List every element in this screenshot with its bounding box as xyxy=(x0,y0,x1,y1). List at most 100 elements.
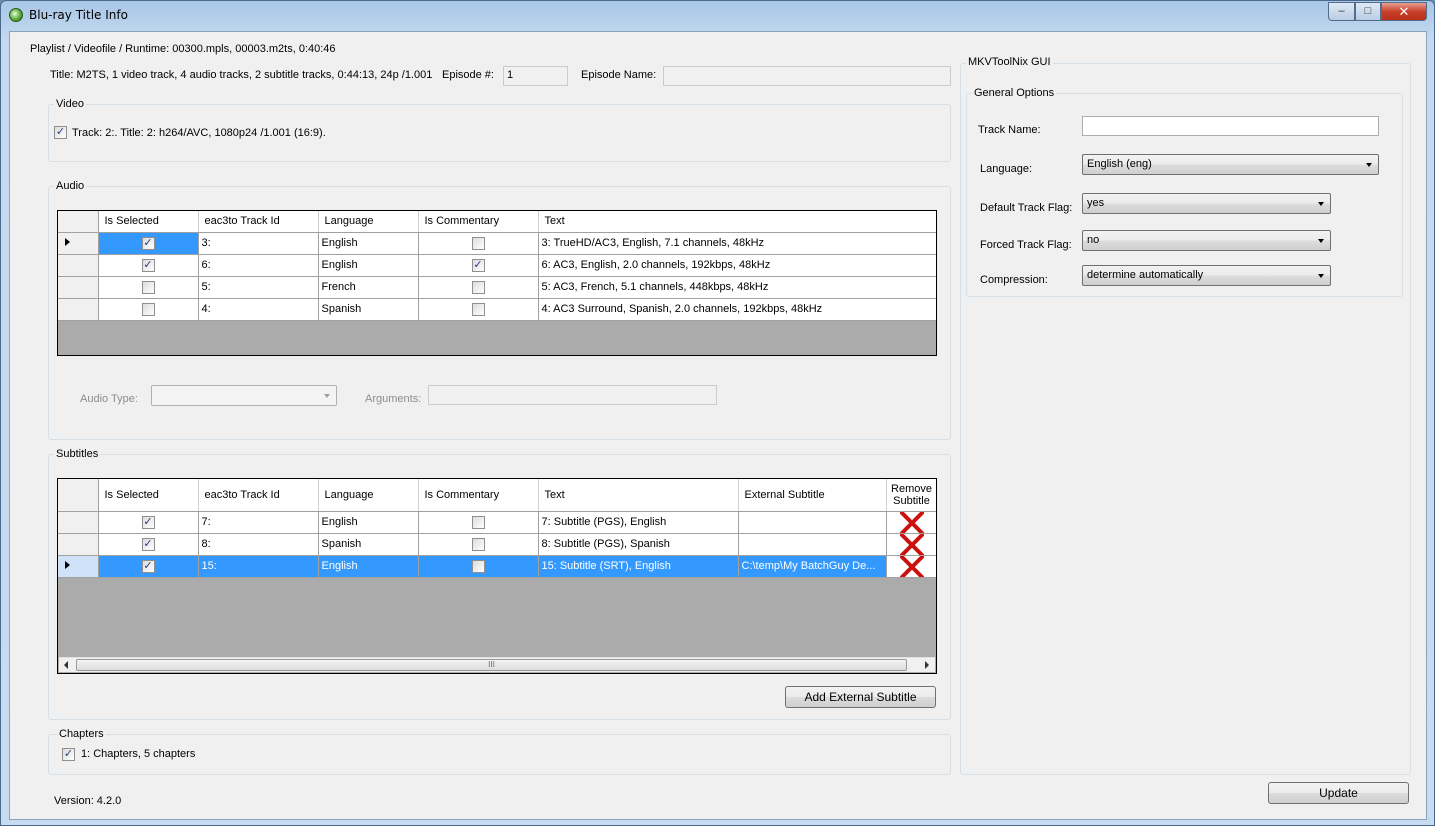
remove-subtitle-cell[interactable] xyxy=(886,533,936,556)
compression-dropdown[interactable]: determine automatically xyxy=(1082,265,1331,286)
audio-commentary-checkbox[interactable] xyxy=(471,258,485,272)
title-bar[interactable]: Blu-ray Title Info – □ ✕ xyxy=(1,1,1434,29)
subtitle-selected-checkbox[interactable] xyxy=(141,559,155,573)
audio-track-id-cell[interactable]: 3: xyxy=(198,232,319,255)
subtitle-commentary-checkbox-cell[interactable] xyxy=(418,555,539,578)
subtitle-track-id-cell[interactable]: 8: xyxy=(198,533,319,556)
audio-selected-checkbox[interactable] xyxy=(141,258,155,272)
audio-track-id-cell[interactable]: 6: xyxy=(198,254,319,277)
subtitle-row[interactable]: 7:English 7: Subtitle (PGS), English xyxy=(58,511,936,534)
subtitle-external-cell[interactable] xyxy=(738,511,887,534)
row-header[interactable] xyxy=(58,276,99,299)
subtitle-text-cell[interactable]: 15: Subtitle (SRT), English xyxy=(538,555,739,578)
audio-selected-checkbox-cell[interactable] xyxy=(98,298,199,321)
subtitle-row[interactable]: 15:English 15: Subtitle (SRT), EnglishC:\… xyxy=(58,555,936,578)
update-button[interactable]: Update xyxy=(1268,782,1409,804)
row-header[interactable] xyxy=(58,511,99,534)
scroll-thumb[interactable]: III xyxy=(76,659,907,671)
audio-commentary-checkbox[interactable] xyxy=(471,236,485,250)
track-name-field[interactable] xyxy=(1082,116,1379,136)
audio-row[interactable]: 3:English 3: TrueHD/AC3, English, 7.1 cha… xyxy=(58,232,936,255)
default-flag-dropdown[interactable]: yes xyxy=(1082,193,1331,214)
subtitle-track-id-cell[interactable]: 7: xyxy=(198,511,319,534)
scroll-right-icon[interactable] xyxy=(925,661,929,669)
audio-col-language[interactable]: Language xyxy=(318,211,419,233)
subtitles-h-scrollbar[interactable]: III xyxy=(59,657,935,672)
audio-commentary-checkbox[interactable] xyxy=(471,280,485,294)
scroll-left-icon[interactable] xyxy=(64,661,68,669)
audio-track-id-cell[interactable]: 4: xyxy=(198,298,319,321)
audio-language-cell[interactable]: English xyxy=(318,232,419,255)
subtitles-grid[interactable]: Is Selected eac3to Track Id Language Is … xyxy=(57,478,937,674)
audio-col-selected[interactable]: Is Selected xyxy=(98,211,199,233)
forced-flag-dropdown[interactable]: no xyxy=(1082,230,1331,251)
audio-col-track-id[interactable]: eac3to Track Id xyxy=(198,211,319,233)
audio-row[interactable]: 5: French 5: AC3, French, 5.1 channels, 44… xyxy=(58,276,936,299)
subtitle-selected-checkbox-cell[interactable] xyxy=(98,533,199,556)
minimize-button[interactable]: – xyxy=(1328,2,1355,21)
subtitle-text-cell[interactable]: 7: Subtitle (PGS), English xyxy=(538,511,739,534)
subtitles-col-selected[interactable]: Is Selected xyxy=(98,479,199,512)
subtitles-col-track-id[interactable]: eac3to Track Id xyxy=(198,479,319,512)
maximize-button[interactable]: □ xyxy=(1355,2,1381,21)
row-header[interactable] xyxy=(58,555,99,578)
audio-selected-checkbox-cell[interactable] xyxy=(98,254,199,277)
audio-text-cell[interactable]: 6: AC3, English, 2.0 channels, 192kbps, … xyxy=(538,254,936,277)
subtitle-language-cell[interactable]: English xyxy=(318,555,419,578)
subtitle-external-cell[interactable] xyxy=(738,533,887,556)
remove-x-icon[interactable] xyxy=(899,533,925,555)
row-header[interactable] xyxy=(58,254,99,277)
audio-selected-checkbox[interactable] xyxy=(141,302,155,316)
audio-col-text[interactable]: Text xyxy=(538,211,936,233)
subtitle-selected-checkbox-cell[interactable] xyxy=(98,555,199,578)
subtitle-selected-checkbox[interactable] xyxy=(141,515,155,529)
subtitle-language-cell[interactable]: English xyxy=(318,511,419,534)
remove-subtitle-cell[interactable] xyxy=(886,511,936,534)
audio-row[interactable]: 6:English 6: AC3, English, 2.0 channels, … xyxy=(58,254,936,277)
subtitle-external-cell[interactable]: C:\temp\My BatchGuy De... xyxy=(738,555,887,578)
row-header[interactable] xyxy=(58,232,99,255)
subtitle-row[interactable]: 8:Spanish 8: Subtitle (PGS), Spanish xyxy=(58,533,936,556)
subtitles-col-text[interactable]: Text xyxy=(538,479,739,512)
remove-x-icon[interactable] xyxy=(899,511,925,533)
audio-col-commentary[interactable]: Is Commentary xyxy=(418,211,539,233)
episode-name-field[interactable] xyxy=(663,66,951,86)
audio-language-cell[interactable]: English xyxy=(318,254,419,277)
subtitles-col-remove[interactable]: Remove Subtitle xyxy=(886,479,936,512)
audio-selected-checkbox-cell[interactable] xyxy=(98,276,199,299)
audio-text-cell[interactable]: 3: TrueHD/AC3, English, 7.1 channels, 48… xyxy=(538,232,936,255)
episode-number-field[interactable]: 1 xyxy=(503,66,568,86)
row-header[interactable] xyxy=(58,533,99,556)
audio-commentary-checkbox-cell[interactable] xyxy=(418,298,539,321)
subtitle-commentary-checkbox-cell[interactable] xyxy=(418,533,539,556)
subtitle-commentary-checkbox-cell[interactable] xyxy=(418,511,539,534)
subtitle-commentary-checkbox[interactable] xyxy=(471,515,485,529)
audio-row[interactable]: 4: Spanish 4: AC3 Surround, Spanish, 2.0 c… xyxy=(58,298,936,321)
remove-subtitle-cell[interactable] xyxy=(886,555,936,578)
subtitle-selected-checkbox[interactable] xyxy=(141,537,155,551)
subtitles-col-commentary[interactable]: Is Commentary xyxy=(418,479,539,512)
audio-language-cell[interactable]: French xyxy=(318,276,419,299)
audio-commentary-checkbox-cell[interactable] xyxy=(418,232,539,255)
chapters-checkbox[interactable] xyxy=(62,748,75,761)
audio-type-dropdown[interactable] xyxy=(151,385,337,406)
subtitle-commentary-checkbox[interactable] xyxy=(471,537,485,551)
video-track-checkbox[interactable] xyxy=(54,126,67,139)
audio-text-cell[interactable]: 5: AC3, French, 5.1 channels, 448kbps, 4… xyxy=(538,276,936,299)
subtitle-language-cell[interactable]: Spanish xyxy=(318,533,419,556)
audio-track-id-cell[interactable]: 5: xyxy=(198,276,319,299)
audio-text-cell[interactable]: 4: AC3 Surround, Spanish, 2.0 channels, … xyxy=(538,298,936,321)
subtitle-text-cell[interactable]: 8: Subtitle (PGS), Spanish xyxy=(538,533,739,556)
subtitles-col-language[interactable]: Language xyxy=(318,479,419,512)
row-header[interactable] xyxy=(58,298,99,321)
audio-grid[interactable]: Is Selected eac3to Track Id Language Is … xyxy=(57,210,937,356)
audio-selected-checkbox[interactable] xyxy=(141,236,155,250)
audio-language-cell[interactable]: Spanish xyxy=(318,298,419,321)
subtitle-commentary-checkbox[interactable] xyxy=(471,559,485,573)
language-dropdown[interactable]: English (eng) xyxy=(1082,154,1379,175)
subtitle-track-id-cell[interactable]: 15: xyxy=(198,555,319,578)
remove-x-icon[interactable] xyxy=(899,555,925,577)
audio-commentary-checkbox-cell[interactable] xyxy=(418,276,539,299)
audio-commentary-checkbox[interactable] xyxy=(471,302,485,316)
audio-selected-checkbox-cell[interactable] xyxy=(98,232,199,255)
